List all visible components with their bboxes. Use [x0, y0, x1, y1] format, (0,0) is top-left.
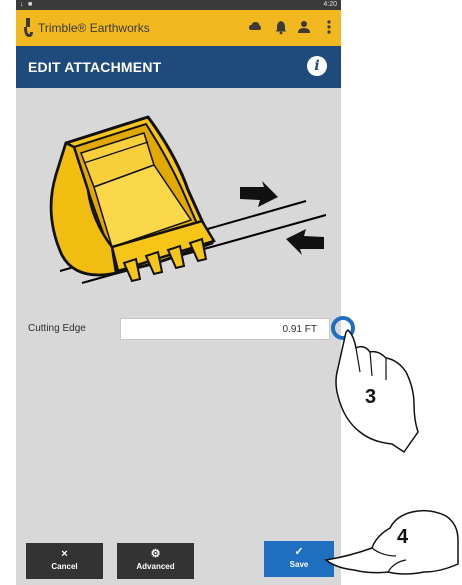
download-icon: ↓ [20, 1, 24, 8]
app-title: Trimble® Earthworks [38, 21, 150, 35]
cancel-button[interactable]: × Cancel [26, 543, 103, 579]
status-bar: ↓ ■ 4:20 [16, 0, 341, 10]
settings-icon: ⚙ [150, 548, 161, 560]
check-icon: ✓ [294, 546, 304, 558]
step-3-label: 3 [365, 386, 377, 408]
cutting-edge-input[interactable] [120, 318, 330, 340]
notification-dot-icon: ■ [28, 1, 33, 8]
advanced-label: Advanced [136, 562, 175, 571]
close-icon: × [61, 548, 68, 560]
pointing-hand-icon [324, 509, 459, 575]
advanced-button[interactable]: ⚙ Advanced [117, 543, 194, 579]
app-bar: Trimble® Earthworks [16, 10, 341, 46]
cancel-label: Cancel [51, 562, 78, 571]
info-icon[interactable]: i [307, 56, 327, 76]
page-header: EDIT ATTACHMENT i [16, 46, 341, 88]
cloud-icon[interactable] [248, 19, 262, 35]
cutting-edge-label: Cutting Edge [28, 323, 86, 334]
notification-icon[interactable] [274, 19, 288, 35]
trimble-logo-icon [24, 18, 33, 37]
more-vertical-icon[interactable] [322, 19, 336, 35]
save-button[interactable]: ✓ Save [264, 541, 334, 577]
save-label: Save [289, 560, 309, 569]
operator-icon[interactable] [297, 19, 311, 35]
step-4-label: 4 [397, 526, 409, 548]
pointing-hand-icon [335, 328, 419, 454]
device-screen: ↓ ■ 4:20 Trimble® Earthworks EDIT ATTACH… [16, 0, 341, 585]
page-title: EDIT ATTACHMENT [28, 59, 162, 75]
bucket-cutting-edge-illustration [49, 115, 327, 284]
status-time: 4:20 [323, 1, 337, 8]
